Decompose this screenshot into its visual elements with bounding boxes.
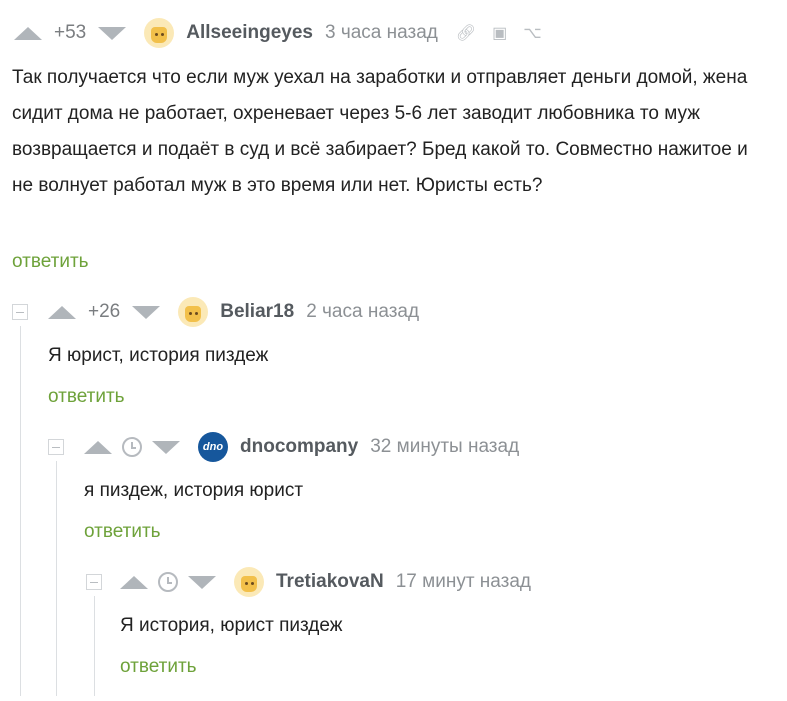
comment-text: Я юрист, история пиздеж (48, 345, 269, 366)
comment-header: TretiakovaN 17 минут назад (120, 567, 531, 597)
rating (84, 437, 180, 457)
collapse-thread-button[interactable] (86, 574, 102, 590)
comment-header: +53 Allseeingeyes 3 часа назад 🔗︎ ▣ ⌥ (14, 18, 542, 48)
avatar[interactable] (144, 18, 175, 48)
thread-branch-line (20, 326, 21, 696)
avatar-smiley-icon (241, 576, 257, 592)
score: +53 (54, 22, 87, 43)
dno-logo: dno (202, 441, 224, 453)
downvote-arrow-icon[interactable] (152, 440, 180, 454)
comment-text: я пиздеж, история юрист (84, 480, 304, 501)
upvote-arrow-icon[interactable] (48, 305, 76, 319)
downvote-arrow-icon[interactable] (98, 26, 127, 40)
thread-branch-line (94, 596, 95, 696)
collapse-thread-button[interactable] (48, 439, 64, 455)
downvote-arrow-icon[interactable] (132, 305, 161, 319)
clock-icon (158, 572, 178, 592)
comment-text: Так получается что если муж уехал на зар… (12, 67, 748, 196)
avatar[interactable] (178, 297, 209, 327)
avatar[interactable]: dno (198, 432, 228, 462)
username[interactable]: Allseeingeyes (186, 22, 313, 44)
share-icon[interactable]: ⌥ (523, 23, 541, 43)
username[interactable]: TretiakovaN (276, 571, 384, 593)
thread-branch-line (56, 461, 57, 696)
reply-link[interactable]: ответить (48, 386, 125, 408)
rating: +26 (48, 301, 161, 323)
rating (120, 572, 216, 592)
avatar-eye (251, 582, 254, 585)
rating: +53 (14, 22, 127, 44)
reply-link[interactable]: ответить (12, 251, 89, 273)
timestamp[interactable]: 17 минут назад (396, 571, 531, 593)
upvote-arrow-icon[interactable] (120, 575, 148, 589)
comment-tools: 🔗︎ ▣ ⌥ (456, 23, 542, 43)
comment-text: Я история, юрист пиздеж (120, 615, 343, 636)
avatar-eye (245, 582, 248, 585)
username[interactable]: dnocompany (240, 436, 358, 458)
reply-link[interactable]: ответить (84, 521, 161, 543)
avatar-smiley-icon (185, 306, 202, 322)
avatar[interactable] (234, 567, 264, 597)
upvote-arrow-icon[interactable] (84, 440, 112, 454)
collapse-thread-button[interactable] (12, 304, 28, 320)
comment-header: dno dnocompany 32 минуты назад (84, 432, 519, 462)
save-icon[interactable]: ▣ (492, 23, 507, 43)
reply-link[interactable]: ответить (120, 656, 197, 678)
timestamp[interactable]: 3 часа назад (325, 22, 438, 44)
timestamp[interactable]: 32 минуты назад (370, 436, 519, 458)
timestamp[interactable]: 2 часа назад (306, 301, 419, 323)
upvote-arrow-icon[interactable] (14, 26, 42, 40)
avatar-smiley-icon (151, 27, 168, 43)
username[interactable]: Beliar18 (220, 301, 294, 323)
comment-header: +26 Beliar18 2 часа назад (48, 297, 419, 327)
downvote-arrow-icon[interactable] (188, 575, 216, 589)
clock-icon (122, 437, 142, 457)
link-icon[interactable]: 🔗︎ (456, 23, 476, 43)
score: +26 (88, 301, 121, 322)
